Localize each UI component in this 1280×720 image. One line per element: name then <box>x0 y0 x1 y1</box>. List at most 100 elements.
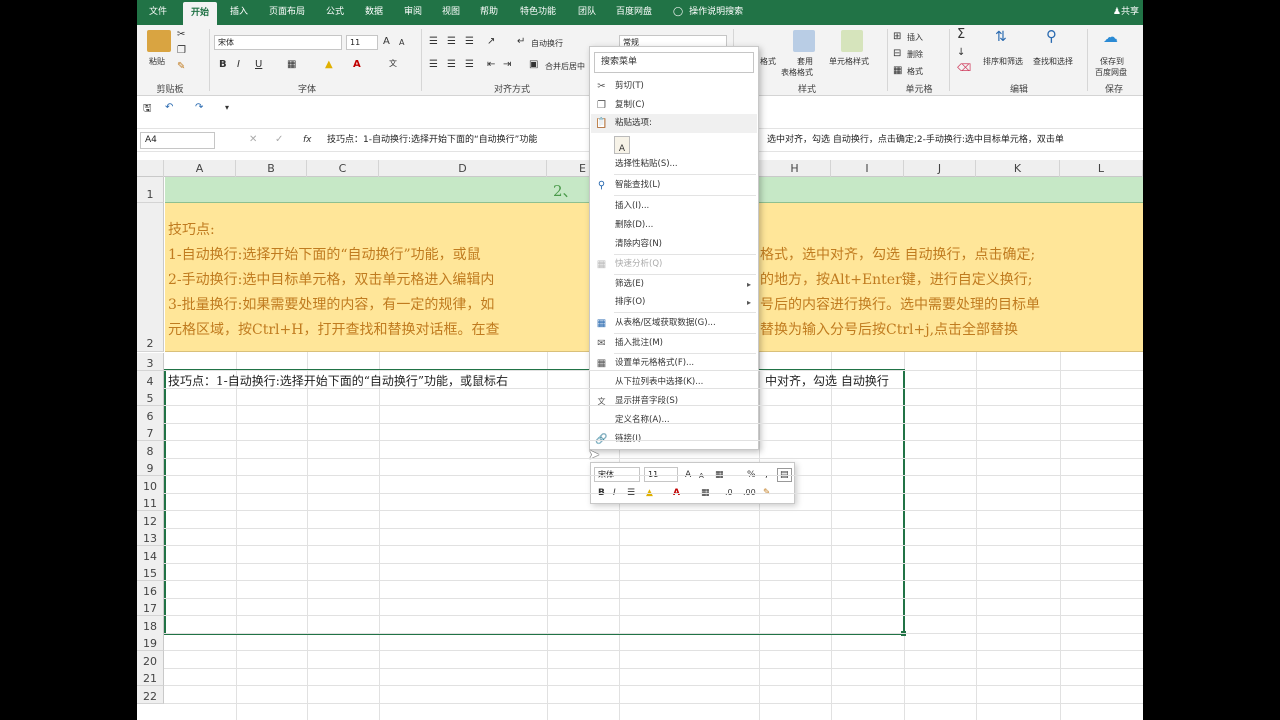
underline-icon[interactable]: U <box>255 59 262 71</box>
conditional-format-label[interactable]: 格式 <box>760 56 776 67</box>
tab-baidu[interactable]: 百度网盘 <box>609 0 659 25</box>
row-header[interactable]: 9 <box>137 458 164 476</box>
column-header[interactable]: I <box>831 160 904 177</box>
format-cells-button[interactable]: 格式 <box>907 66 923 77</box>
merge-center-button[interactable]: 合并后居中 <box>545 61 585 72</box>
column-header[interactable]: D <box>379 160 547 177</box>
align-left-icon[interactable]: ☰ <box>429 59 438 71</box>
sort-filter-icon[interactable]: ⇅ <box>995 30 1007 44</box>
baidu-cloud-icon[interactable]: ☁ <box>1103 30 1118 45</box>
tab-review[interactable]: 审阅 <box>397 0 429 25</box>
share-button[interactable]: ♟共享 <box>1113 0 1139 25</box>
italic-icon[interactable]: I <box>237 59 240 71</box>
row-header[interactable]: 12 <box>137 511 164 529</box>
row-header[interactable]: 15 <box>137 563 164 581</box>
insert-cells-button[interactable]: 插入 <box>907 32 923 43</box>
menu-item-show-phonetic[interactable]: 文显示拼音字段(S) <box>591 392 757 411</box>
bold-icon[interactable]: B <box>219 59 227 71</box>
column-header[interactable]: H <box>759 160 831 177</box>
grow-font-icon[interactable]: A <box>383 36 390 48</box>
menu-item-cut[interactable]: ✂ 剪切(T) <box>591 77 757 96</box>
find-select-icon[interactable]: ⚲ <box>1046 29 1057 44</box>
row-header[interactable]: 14 <box>137 546 164 564</box>
row-header[interactable]: 18 <box>137 616 164 634</box>
save-icon[interactable]: 🖫 <box>143 103 152 115</box>
align-right-icon[interactable]: ☰ <box>465 59 474 71</box>
save-to-baidu-line2[interactable]: 百度网盘 <box>1095 67 1127 78</box>
menu-item-insert-comment[interactable]: ✉ 插入批注(M) <box>591 334 757 353</box>
tab-help[interactable]: 帮助 <box>473 0 505 25</box>
row-header[interactable]: 10 <box>137 476 164 494</box>
font-name-box[interactable]: 宋体 <box>214 35 342 50</box>
format-painter-icon[interactable]: ✎ <box>177 61 185 73</box>
table-format-label-2[interactable]: 表格格式 <box>781 67 813 78</box>
undo-icon[interactable]: ↶ <box>165 102 173 114</box>
menu-item-quick-analysis[interactable]: ▦ 快速分析(Q) <box>591 255 757 274</box>
menu-item-filter[interactable]: 筛选(E) ▸ <box>591 275 757 294</box>
menu-item-smart-lookup[interactable]: ⚲ 智能查找(L) <box>591 176 757 195</box>
tab-data[interactable]: 数据 <box>357 0 391 25</box>
font-color-icon[interactable]: A <box>353 59 361 71</box>
redo-icon[interactable]: ↷ <box>195 102 203 114</box>
table-format-label-1[interactable]: 套用 <box>797 56 813 67</box>
tab-home[interactable]: 开始 <box>183 2 217 25</box>
menu-item-copy[interactable]: ❐ 复制(C) <box>591 96 757 115</box>
menu-item-insert[interactable]: 插入(I)... <box>591 197 757 216</box>
row-header[interactable]: 1 <box>137 177 164 203</box>
autosum-icon[interactable]: Σ <box>957 28 965 41</box>
cell-styles-button[interactable]: 单元格样式 <box>829 56 869 67</box>
phonetic-icon[interactable]: 文 <box>389 58 397 70</box>
row-header[interactable]: 2 <box>137 203 164 352</box>
font-size-box[interactable]: 11 <box>346 35 378 50</box>
row-header[interactable]: 19 <box>137 633 164 651</box>
row-header[interactable]: 7 <box>137 423 164 441</box>
select-all-corner[interactable] <box>137 160 164 177</box>
customize-qat-icon[interactable]: ▾ <box>225 102 229 114</box>
paste-text-only-icon[interactable]: A <box>614 136 630 154</box>
menu-item-get-data-from-table[interactable]: ▦ 从表格/区域获取数据(G)... <box>591 314 757 333</box>
row-header[interactable]: 5 <box>137 388 164 406</box>
delete-cells-button[interactable]: 删除 <box>907 49 923 60</box>
menu-item-paste-special[interactable]: 选择性粘贴(S)... <box>591 155 757 174</box>
column-header[interactable]: K <box>976 160 1060 177</box>
sort-filter-button[interactable]: 排序和筛选 <box>983 56 1023 67</box>
row-header[interactable]: 21 <box>137 668 164 686</box>
increase-indent-icon[interactable]: ⇥ <box>503 59 511 71</box>
tab-special[interactable]: 特色功能 <box>511 0 565 25</box>
clear-icon[interactable]: ⌫ <box>957 63 971 75</box>
cell-styles-icon[interactable] <box>841 30 863 52</box>
name-box[interactable]: A4 <box>140 132 215 149</box>
column-header[interactable]: C <box>307 160 379 177</box>
table-format-icon[interactable] <box>793 30 815 52</box>
wrap-text-button[interactable]: 自动换行 <box>531 38 563 49</box>
copy-icon[interactable]: ❐ <box>177 45 186 57</box>
search-menu-input[interactable]: 搜索菜单 <box>594 52 754 73</box>
tab-insert[interactable]: 插入 <box>223 0 255 25</box>
row-header[interactable]: 6 <box>137 406 164 424</box>
paste-button[interactable]: 粘贴 <box>149 56 165 67</box>
tab-team[interactable]: 团队 <box>571 0 603 25</box>
cancel-icon[interactable]: ✕ <box>249 134 257 146</box>
row-header[interactable]: 8 <box>137 441 164 459</box>
find-select-button[interactable]: 查找和选择 <box>1033 56 1073 67</box>
fill-icon[interactable]: ↓ <box>957 47 965 59</box>
row-header[interactable]: 3 <box>137 353 164 371</box>
row-header[interactable]: 17 <box>137 598 164 616</box>
menu-item-delete[interactable]: 删除(D)... <box>591 216 757 235</box>
row-header[interactable]: 22 <box>137 686 164 704</box>
tell-me-search[interactable]: ◯ 操作说明搜索 <box>673 0 743 25</box>
insert-function-icon[interactable]: fx <box>303 134 312 146</box>
align-bottom-icon[interactable]: ☰ <box>465 36 474 48</box>
row-header[interactable]: 16 <box>137 581 164 599</box>
fill-color-icon[interactable]: ▲ <box>325 59 333 71</box>
shrink-font-icon[interactable]: A <box>399 37 404 49</box>
tab-page-layout[interactable]: 页面布局 <box>261 0 313 25</box>
row-header[interactable]: 20 <box>137 651 164 669</box>
orientation-icon[interactable]: ↗ <box>487 36 495 48</box>
align-center-icon[interactable]: ☰ <box>447 59 456 71</box>
menu-item-clear-contents[interactable]: 清除内容(N) <box>591 235 757 254</box>
shrink-font-icon[interactable]: A <box>699 470 704 482</box>
enter-icon[interactable]: ✓ <box>275 134 283 146</box>
tab-view[interactable]: 视图 <box>435 0 467 25</box>
row-header[interactable]: 4 <box>137 371 164 389</box>
